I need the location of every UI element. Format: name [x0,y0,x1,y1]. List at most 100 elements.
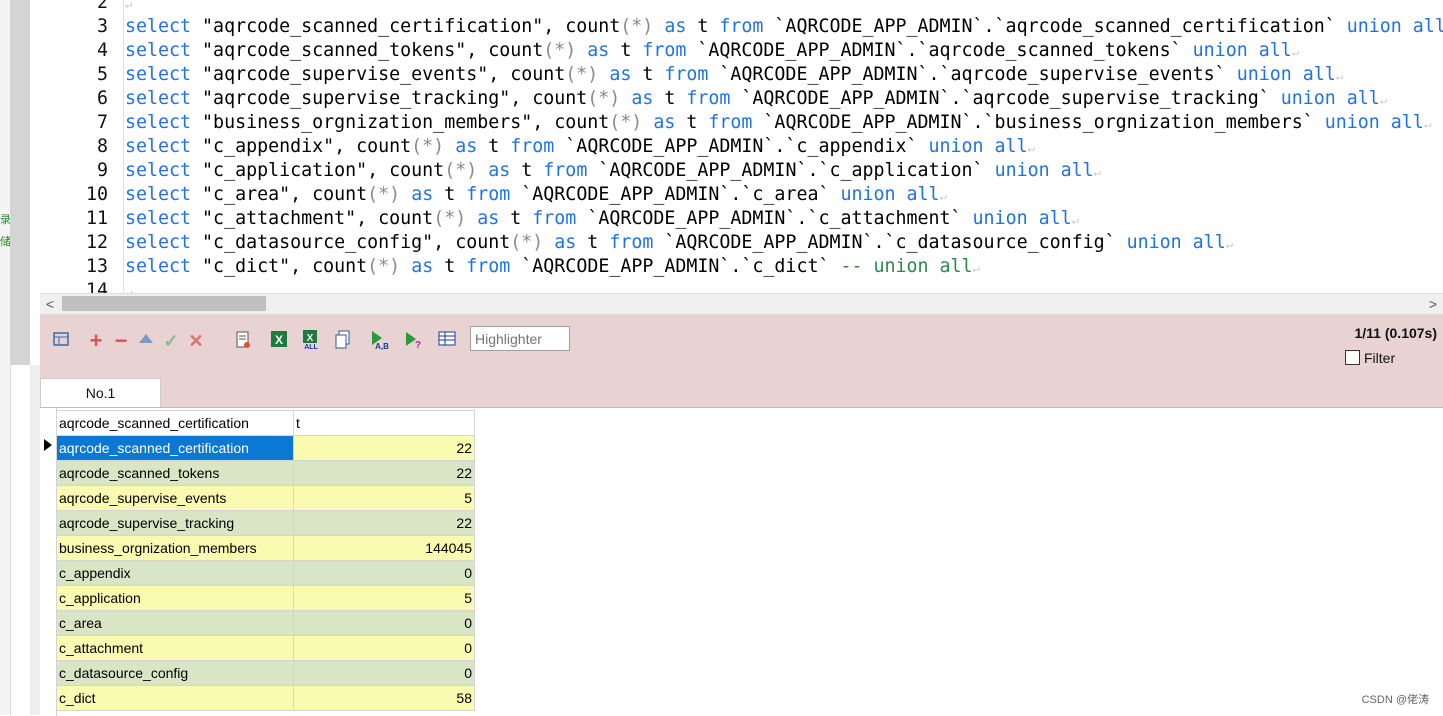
count-cell[interactable]: 144045 [293,535,475,561]
add-row-icon[interactable]: + [85,330,107,352]
code-text: select "c_dict", count(*) as t from `AQR… [125,255,980,280]
copy-icon[interactable] [332,330,354,352]
filter-label: Filter [1364,350,1396,366]
table-name-cell[interactable]: c_area [56,610,294,636]
cancel-icon[interactable]: ✕ [185,330,207,352]
line-number: 2 [96,0,108,13]
table-row[interactable]: c_area 0 [56,610,475,636]
table-row[interactable]: c_datasource_config 0 [56,660,475,686]
code-text: select "c_attachment", count(*) as t fro… [125,207,1079,232]
sql-text: (*) [565,64,599,85]
table-name-cell[interactable]: c_attachment [56,635,294,661]
editor-horizontal-scrollbar[interactable]: < > [40,293,1443,314]
sql-keyword: as [554,232,577,253]
excel-icon[interactable]: X [268,330,290,352]
code-line[interactable]: 13 select "c_dict", count(*) as t from `A… [40,255,1443,279]
sql-text: `AQRCODE_APP_ADMIN`.`aqrcode_supervise_e… [708,64,1237,85]
count-cell[interactable]: 58 [293,685,475,711]
filter-checkbox-box[interactable] [1345,350,1360,365]
count-cell[interactable]: 0 [293,635,475,661]
table-row[interactable]: aqrcode_scanned_certification 22 [56,435,475,461]
code-text: select "aqrcode_scanned_certification", … [125,15,1443,40]
count-cell[interactable]: 5 [293,585,475,611]
code-line[interactable]: 11 select "c_attachment", count(*) as t f… [40,207,1443,231]
table-row[interactable]: c_application 5 [56,585,475,611]
run-query-icon[interactable]: ? [402,330,424,352]
code-text: select "aqrcode_supervise_tracking", cou… [125,87,1387,112]
count-cell[interactable]: 22 [293,460,475,486]
sql-editor[interactable]: 2 ↵ 3 select "aqrcode_scanned_certification… [40,0,1443,293]
code-line[interactable]: 5 select "aqrcode_supervise_events", coun… [40,63,1443,87]
count-cell[interactable]: 22 [293,435,475,461]
sql-keyword: from [719,16,764,37]
sql-text: "aqrcode_scanned_certification", count [191,16,621,37]
delete-row-icon[interactable]: − [110,330,132,352]
code-line[interactable]: 7 select "business_orgnization_members", … [40,111,1443,135]
sql-text: `AQRCODE_APP_ADMIN`.`c_area` [510,184,841,205]
sql-text: t [499,208,533,229]
line-end-marker-icon: ↵ [1071,213,1079,227]
count-cell[interactable]: 0 [293,560,475,586]
table-row[interactable]: business_orgnization_members 144045 [56,535,475,561]
result-table: aqrcode_scanned_certification t aqrcode_sc… [56,410,475,711]
table-row[interactable]: c_dict 58 [56,685,475,711]
table-name-cell[interactable]: aqrcode_supervise_events [56,485,294,511]
code-line[interactable]: 3 select "aqrcode_scanned_certification",… [40,15,1443,39]
table-name-cell[interactable]: aqrcode_supervise_tracking [56,510,294,536]
sql-keyword: as [455,136,478,157]
grid-settings-icon[interactable] [436,330,458,352]
table-name-cell[interactable]: c_appendix [56,560,294,586]
sql-keyword: select [125,112,192,133]
table-name-cell[interactable]: c_dict [56,685,294,711]
code-line[interactable]: 4 select "aqrcode_scanned_tokens", count(… [40,39,1443,63]
code-line[interactable]: 10 select "c_area", count(*) as t from `A… [40,183,1443,207]
sql-text: `AQRCODE_APP_ADMIN`.`c_dict` [510,256,841,277]
sql-keyword: select [125,136,192,157]
line-end-marker-icon: ↵ [1335,69,1343,83]
count-cell[interactable]: 0 [293,660,475,686]
apply-icon[interactable]: ✓ [160,330,182,352]
count-cell[interactable]: 22 [293,510,475,536]
sql-text: t [576,232,610,253]
code-line[interactable]: 9 select "c_application", count(*) as t f… [40,159,1443,183]
sql-text: t [675,112,709,133]
table-name-cell[interactable]: aqrcode_scanned_certification [56,435,294,461]
line-end-marker-icon: ↵ [1291,45,1299,59]
table-row[interactable]: c_appendix 0 [56,560,475,586]
column-header[interactable]: aqrcode_scanned_certification [56,410,294,436]
sql-text: (*) [543,40,577,61]
count-cell[interactable]: 5 [293,485,475,511]
move-up-icon[interactable] [135,330,157,352]
code-line[interactable]: 2 ↵ [40,0,1443,15]
filter-checkbox[interactable]: Filter [1345,350,1395,366]
table-name-cell[interactable]: aqrcode_scanned_tokens [56,460,294,486]
sql-text: "aqrcode_supervise_events", count [191,64,566,85]
scroll-left-icon[interactable]: < [40,294,60,314]
sql-keyword: from [510,136,555,157]
scroll-right-icon[interactable]: > [1423,294,1443,314]
table-name-cell[interactable]: c_datasource_config [56,660,294,686]
count-cell[interactable]: 0 [293,610,475,636]
code-line[interactable]: 14 ↵ [40,279,1443,293]
line-end-marker-icon: ↵ [125,285,133,293]
table-row[interactable]: aqrcode_supervise_tracking 22 [56,510,475,536]
code-line[interactable]: 8 select "c_appendix", count(*) as t from… [40,135,1443,159]
run-ab-icon[interactable]: A,B [368,330,390,352]
tab-result-no1[interactable]: No.1 [40,378,161,407]
code-line[interactable]: 6 select "aqrcode_supervise_tracking", co… [40,87,1443,111]
form-view-icon[interactable] [50,330,72,352]
column-header[interactable]: t [293,410,475,436]
export-icon[interactable] [232,330,254,352]
table-name-cell[interactable]: c_application [56,585,294,611]
scrollbar-thumb[interactable] [62,296,266,311]
table-row[interactable]: aqrcode_supervise_events 5 [56,485,475,511]
highlighter-input[interactable] [470,326,570,351]
table-name-cell[interactable]: business_orgnization_members [56,535,294,561]
table-row[interactable]: c_attachment 0 [56,635,475,661]
table-header-row: aqrcode_scanned_certification t [56,410,475,436]
table-row[interactable]: aqrcode_scanned_tokens 22 [56,460,475,486]
excel-all-icon[interactable]: X ALL [300,330,322,352]
code-line[interactable]: 12 select "c_datasource_config", count(*)… [40,231,1443,255]
